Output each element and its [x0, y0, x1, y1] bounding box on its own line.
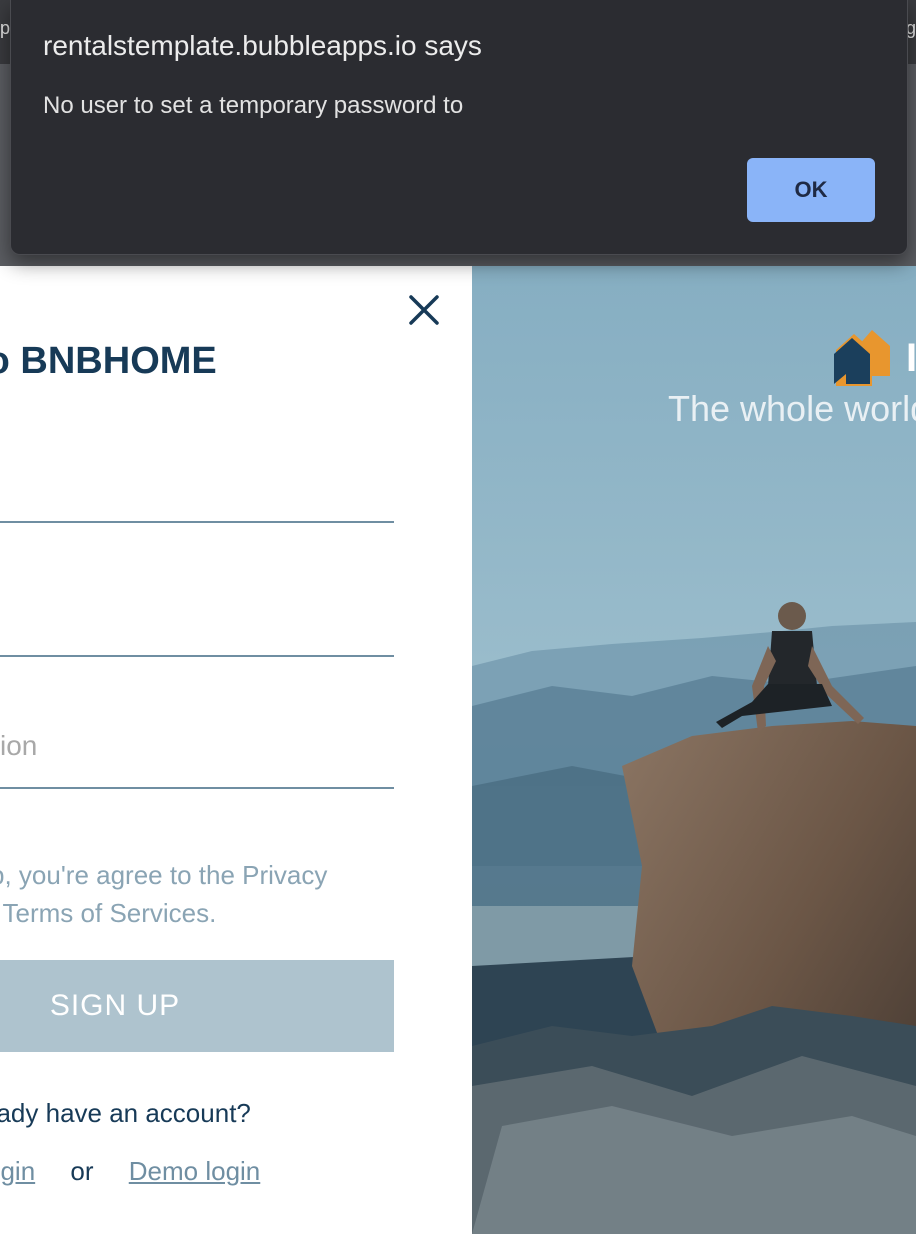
first-field-input[interactable] [0, 474, 394, 518]
sign-up-button[interactable]: SIGN UP [0, 960, 394, 1052]
terms-notice: p, you're agree to the Privacy l Terms o… [0, 856, 360, 932]
terms-line-1: p, you're agree to the Privacy [0, 860, 328, 890]
third-field-input[interactable] [0, 724, 394, 768]
second-field-input[interactable] [0, 608, 394, 652]
tab-edge-text-left: p [0, 18, 11, 38]
signup-title: to BNBHOME [0, 340, 217, 382]
logo-text: I [906, 336, 916, 380]
login-link[interactable]: ogin [0, 1156, 35, 1186]
alert-dialog: rentalstemplate.bubbleapps.io says No us… [10, 0, 908, 255]
account-question: eady have an account? [0, 1098, 251, 1128]
hero-tagline: The whole world [668, 388, 916, 429]
ok-button[interactable]: OK [747, 158, 875, 222]
first-field-underline [0, 521, 394, 523]
house-logo-icon [834, 330, 890, 386]
demo-login-link[interactable]: Demo login [129, 1156, 261, 1186]
terms-line-2: l Terms of Services. [0, 898, 217, 928]
sign-up-label: SIGN UP [49, 989, 181, 1022]
or-separator: or [70, 1156, 94, 1186]
login-options: ogin or Demo login [0, 1156, 260, 1187]
second-field-underline [0, 655, 394, 657]
close-icon [409, 295, 439, 325]
dialog-message: No user to set a temporary password to [43, 92, 464, 119]
close-button[interactable] [402, 288, 446, 332]
dialog-title: rentalstemplate.bubbleapps.io says [43, 30, 482, 61]
third-field-underline [0, 787, 394, 789]
